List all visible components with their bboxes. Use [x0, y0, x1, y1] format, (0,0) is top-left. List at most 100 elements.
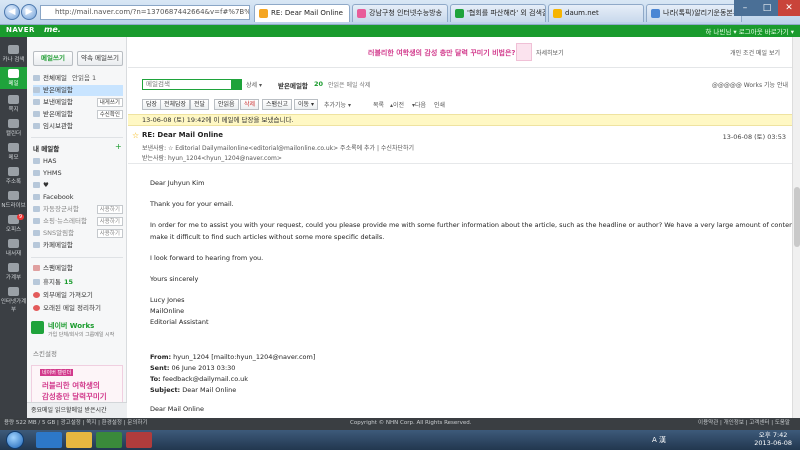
list-link[interactable]: 목록 — [373, 100, 384, 109]
rail-contacts[interactable]: 주소록 — [0, 165, 27, 187]
folder-trash[interactable]: 휴지통 15 — [33, 277, 123, 288]
folder-item[interactable]: YHMS — [33, 168, 123, 179]
me-logo[interactable]: me. — [44, 25, 61, 34]
tab-favicon-icon — [553, 9, 562, 18]
folder-icon — [33, 194, 40, 200]
move-dropdown[interactable]: 이동 ▾ — [294, 99, 318, 110]
rail-mail[interactable]: 메일 — [0, 67, 27, 89]
enable-button[interactable]: 사용하기 — [96, 205, 123, 214]
folder-spam[interactable]: 스팸메일함 — [33, 263, 123, 274]
add-folder-icon[interactable]: + — [115, 142, 122, 151]
sidebar-footer-links[interactable]: 중요메일 읽으할메일 받은시간 — [27, 402, 127, 418]
print-link[interactable]: 인쇄 — [434, 100, 445, 109]
ime-indicator[interactable]: A 漢 — [652, 435, 666, 445]
scroll-thumb[interactable] — [794, 187, 800, 247]
tab[interactable]: '협회를 파산해라' 외 검색결... — [450, 4, 546, 22]
tab[interactable]: 나라(톡픽)알리기운동본부 — [646, 4, 742, 22]
report-spam-button[interactable]: 스팸신고 — [262, 99, 293, 110]
ie-taskbar-icon[interactable] — [36, 432, 62, 448]
scheduled-compose-button[interactable]: 약속 메일쓰기 — [77, 51, 123, 66]
search-button[interactable] — [232, 79, 242, 90]
cleanup-link[interactable]: 오래된 메일 정리하기 — [33, 303, 123, 314]
rail-search[interactable]: 카나 검색 — [0, 43, 27, 65]
reply-all-button[interactable]: 전체답장 — [160, 99, 191, 110]
rail-note[interactable]: 쪽지 — [0, 93, 27, 115]
compose-button[interactable]: 메일쓰기 — [33, 51, 73, 66]
star-icon[interactable]: ☆ — [132, 131, 139, 140]
storage-info[interactable]: 용량 522 MB / 5 GB | 광고설정 | 쪽지 | 환경설정 | 문의… — [4, 418, 148, 429]
back-button[interactable]: ◀ — [4, 4, 20, 20]
rail-ledger[interactable]: 가계부 — [0, 261, 27, 283]
delete-button[interactable]: 삭제 — [240, 99, 260, 110]
explorer-taskbar-icon[interactable] — [66, 432, 92, 448]
enable-button[interactable]: 사용하기 — [96, 217, 123, 226]
folder-inbox[interactable]: 받은메일함 — [33, 85, 123, 96]
skin-settings-link[interactable]: 스킨설정 — [33, 349, 123, 360]
rail-internet-ledger[interactable]: 인터넷가계부 — [0, 285, 27, 313]
prev-link[interactable]: ▴이전 — [390, 100, 404, 109]
forward-button[interactable]: ▶ — [21, 4, 37, 20]
banner-link[interactable]: 자세히보기 — [536, 48, 564, 57]
naver-works-promo[interactable]: 네이버 Works 가입 단체/회사의 그룹메일 시작 — [31, 321, 123, 345]
folder-received[interactable]: 받은메일함 수신확인 — [33, 109, 123, 120]
calendar-promo[interactable]: 네이버 캘린더 러블리한 여학생의 감성충만 달력꾸미기 — [31, 365, 123, 407]
calendar-icon — [8, 119, 19, 128]
tab-favicon-icon — [651, 9, 660, 18]
folder-item[interactable]: ♥ — [33, 180, 123, 191]
address-bar[interactable]: http://mail.naver.com/?n=1370687442664&v… — [40, 5, 250, 20]
folder-item[interactable]: HAS — [33, 156, 123, 167]
enable-button[interactable]: 사용하기 — [96, 229, 123, 238]
folder-sidebar: 메일쓰기 약속 메일쓰기 전체메일 안읽음 1 받은메일함 보낸메일함 내게쓰기 … — [27, 37, 127, 418]
start-button[interactable] — [6, 431, 24, 449]
scrollbar[interactable] — [792, 37, 800, 418]
works-guide-link[interactable]: @@@@@ Works 기능 안내 — [712, 80, 788, 89]
more-actions-dropdown[interactable]: 추가기능 ▾ — [324, 100, 351, 109]
reply-button[interactable]: 답장 — [142, 99, 162, 110]
folder-item[interactable]: 자동장군서함 사용하기 — [33, 204, 123, 215]
folder-all[interactable]: 전체메일 안읽음 1 — [33, 73, 123, 84]
tab-active[interactable]: RE: Dear Mail Online — [254, 4, 350, 22]
forward-mail-button[interactable]: 전달 — [190, 99, 210, 110]
tab-favicon-icon — [455, 9, 464, 18]
mail-search-input[interactable] — [142, 79, 232, 90]
minimize-button[interactable]: – — [734, 0, 756, 16]
personal-filter-toggle[interactable]: 개인 조건 메일 보기 — [730, 48, 780, 57]
folder-item[interactable]: SNS알림함 사용하기 — [33, 228, 123, 239]
folder-item[interactable]: 쇼핑·뉴스레터함 사용하기 — [33, 216, 123, 227]
inbox-icon — [33, 87, 40, 93]
folder-sent[interactable]: 보낸메일함 내게쓰기 — [33, 97, 123, 108]
system-clock[interactable]: 오후 7:42 2013-06-08 — [754, 431, 792, 447]
folder-drafts[interactable]: 임시보관함 — [33, 121, 123, 132]
rail-ndrive[interactable]: N드라이브 — [0, 189, 27, 211]
tab[interactable]: daum.net — [548, 4, 644, 22]
rail-library[interactable]: 내서재 — [0, 237, 27, 259]
mail-from[interactable]: 보낸사람: ☆ Editorial Dailymailonline<editor… — [142, 143, 414, 152]
delete-unread-link[interactable]: 안읽은 메일 삭제 — [328, 80, 370, 89]
replied-notice: 13-06-08 (토) 19:42에 이 메일에 답장을 보냈습니다. — [128, 114, 800, 126]
mark-unread-button[interactable]: 안읽음 — [214, 99, 239, 110]
folder-item[interactable]: Facebook — [33, 192, 123, 203]
naver-logo[interactable]: NAVER — [6, 26, 35, 34]
write-to-self-button[interactable]: 내게쓰기 — [96, 98, 123, 107]
close-button[interactable]: ✕ — [778, 0, 800, 16]
tab[interactable]: 강남구청 인터넷수능방송 — [352, 4, 448, 22]
app-taskbar-icon[interactable] — [96, 432, 122, 448]
quote-sent: Sent: 06 June 2013 03:30 — [150, 364, 236, 372]
external-mail-link[interactable]: 외부메일 가져오기 — [33, 290, 123, 301]
quote-to: To: feedback@dailymail.co.uk — [150, 375, 249, 383]
maximize-button[interactable]: □ — [756, 0, 778, 16]
my-folders-title[interactable]: 내 메일함 — [33, 143, 59, 153]
folder-item[interactable]: 카페메일함 — [33, 240, 123, 251]
search-option[interactable]: 상세 ▾ — [246, 80, 262, 89]
rail-calendar[interactable]: 캘린더 — [0, 117, 27, 139]
app-taskbar-icon[interactable] — [126, 432, 152, 448]
footer-links[interactable]: 이용약관 | 개인정보 | 고객센터 | 도움말 — [698, 418, 790, 429]
spam-icon — [33, 265, 40, 271]
banner-text[interactable]: 러블리한 여학생의 감성 충만 달력 꾸미기 비법은? — [368, 48, 515, 58]
rail-office[interactable]: 오피스 9 — [0, 213, 27, 235]
next-link[interactable]: ▾다음 — [412, 100, 426, 109]
body-line: make it difficult to find such articles … — [150, 233, 385, 241]
rail-memo[interactable]: 메모 — [0, 141, 27, 163]
user-menu[interactable]: 하 나빈님 ▾ 로그아웃 바로가기 ▾ — [705, 26, 794, 36]
read-receipt-button[interactable]: 수신확인 — [96, 110, 123, 119]
